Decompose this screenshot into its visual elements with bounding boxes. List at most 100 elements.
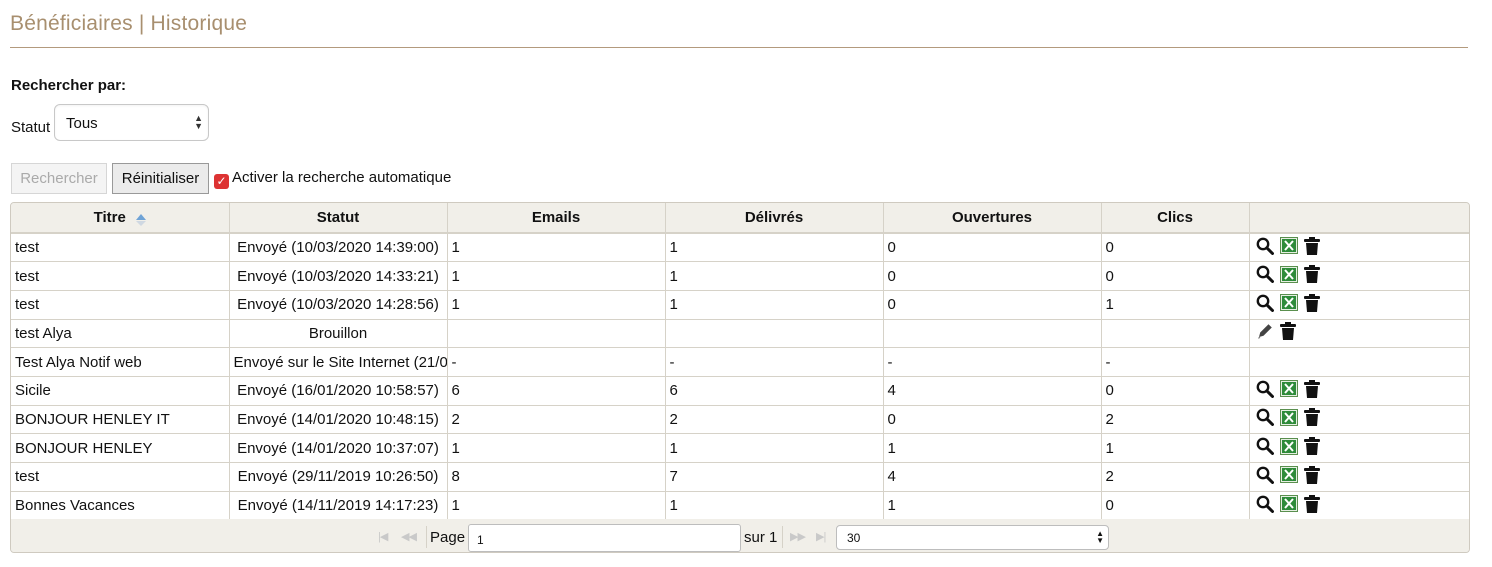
- excel-icon[interactable]: [1279, 265, 1298, 287]
- excel-icon[interactable]: [1279, 408, 1298, 430]
- excel-icon[interactable]: [1279, 437, 1298, 459]
- trash-icon[interactable]: [1303, 437, 1320, 459]
- cell-actions: [1249, 233, 1469, 263]
- cell-delivres: 1: [665, 261, 884, 291]
- cell-ouvertures: 0: [883, 405, 1102, 435]
- cell-ouvertures: 0: [883, 261, 1102, 291]
- history-table: Titre Statut Emails Délivrés Ouvertures …: [11, 203, 1469, 521]
- trash-icon[interactable]: [1303, 408, 1320, 430]
- trash-icon[interactable]: [1303, 236, 1320, 259]
- search-icon[interactable]: [1256, 265, 1274, 287]
- cell-ouvertures: 1: [883, 491, 1102, 521]
- excel-icon[interactable]: [1279, 495, 1298, 516]
- column-header-ouvertures[interactable]: Ouvertures: [883, 203, 1102, 234]
- table-row[interactable]: BONJOUR HENLEY Envoyé (14/01/2020 10:37:0…: [11, 433, 1469, 463]
- search-button[interactable]: Rechercher: [11, 163, 107, 194]
- cell-emails: [447, 319, 666, 349]
- cell-delivres: 1: [665, 290, 884, 320]
- search-icon[interactable]: [1256, 237, 1274, 259]
- table-row[interactable]: Test Alya Notif web Envoyé sur le Site In…: [11, 347, 1469, 377]
- table-row[interactable]: test Envoyé (10/03/2020 14:33:21) 1 1 0 0: [11, 261, 1469, 291]
- page-title: Bénéficiaires | Historique: [10, 12, 248, 35]
- table-row[interactable]: Bonnes Vacances Envoyé (14/11/2019 14:17:…: [11, 491, 1469, 521]
- cell-statut: Envoyé (14/11/2019 14:17:23): [229, 491, 448, 521]
- search-icon[interactable]: [1256, 495, 1274, 517]
- trash-icon[interactable]: [1303, 265, 1320, 287]
- cell-emails: 1: [447, 491, 666, 521]
- select-arrows-icon: ▲ ▼: [1096, 529, 1104, 545]
- cell-emails: 2: [447, 405, 666, 435]
- sort-asc-icon[interactable]: [135, 214, 146, 226]
- prev-page-icon[interactable]: ◀◀: [401, 530, 417, 543]
- cell-actions: [1249, 290, 1469, 320]
- table-row[interactable]: test Alya Brouillon: [11, 319, 1469, 349]
- history-grid: Titre Statut Emails Délivrés Ouvertures …: [10, 202, 1470, 553]
- cell-ouvertures: 4: [883, 462, 1102, 492]
- cell-clics: 0: [1101, 491, 1250, 521]
- trash-icon[interactable]: [1303, 379, 1320, 402]
- page-size-select[interactable]: 30 ▲ ▼: [836, 525, 1109, 550]
- status-filter-value: Tous: [66, 115, 98, 132]
- cell-ouvertures: -: [883, 347, 1102, 377]
- cell-actions: [1249, 261, 1469, 291]
- column-header-titre[interactable]: Titre: [11, 203, 230, 234]
- table-row[interactable]: test Envoyé (10/03/2020 14:39:00) 1 1 0 0: [11, 233, 1469, 263]
- cell-clics: -: [1101, 347, 1250, 377]
- excel-icon[interactable]: [1279, 294, 1298, 315]
- cell-statut: Envoyé (16/01/2020 10:58:57): [229, 376, 448, 406]
- first-page-icon[interactable]: |◀: [378, 530, 388, 543]
- column-header-delivres[interactable]: Délivrés: [665, 203, 884, 234]
- cell-delivres: 1: [665, 433, 884, 463]
- pager: |◀ ◀◀ Page 1 sur 1 ▶▶ ▶| 30 ▲ ▼: [11, 519, 1469, 552]
- status-filter-select[interactable]: Tous ▲ ▼: [54, 104, 209, 141]
- auto-search-checkbox[interactable]: ✓: [214, 174, 229, 189]
- next-page-icon[interactable]: ▶▶: [790, 530, 806, 543]
- column-header-emails[interactable]: Emails: [447, 203, 666, 234]
- cell-ouvertures: [883, 319, 1102, 349]
- cell-delivres: [665, 319, 884, 349]
- table-row[interactable]: test Envoyé (29/11/2019 10:26:50) 8 7 4 2: [11, 462, 1469, 492]
- cell-ouvertures: 4: [883, 376, 1102, 406]
- cell-actions: [1249, 433, 1469, 463]
- pencil-icon[interactable]: [1256, 322, 1274, 344]
- cell-statut: Envoyé (29/11/2019 10:26:50): [229, 462, 448, 492]
- cell-clics: 1: [1101, 433, 1250, 463]
- column-header-clics[interactable]: Clics: [1101, 203, 1250, 234]
- search-icon[interactable]: [1256, 380, 1274, 402]
- cell-clics: 0: [1101, 233, 1250, 263]
- cell-titre: BONJOUR HENLEY: [11, 433, 230, 463]
- cell-clics: 2: [1101, 405, 1250, 435]
- column-header-actions: [1249, 203, 1469, 234]
- cell-statut: Envoyé (10/03/2020 14:33:21): [229, 261, 448, 291]
- last-page-icon[interactable]: ▶|: [816, 530, 826, 543]
- cell-titre: Sicile: [11, 376, 230, 406]
- table-row[interactable]: Sicile Envoyé (16/01/2020 10:58:57) 6 6 4 0: [11, 376, 1469, 406]
- cell-statut: Envoyé (14/01/2020 10:37:07): [229, 433, 448, 463]
- search-icon[interactable]: [1256, 437, 1274, 459]
- cell-actions: [1249, 491, 1469, 521]
- page-size-value: 30: [847, 531, 861, 545]
- table-row[interactable]: BONJOUR HENLEY IT Envoyé (14/01/2020 10:4…: [11, 405, 1469, 435]
- search-icon[interactable]: [1256, 294, 1274, 316]
- column-header-statut[interactable]: Statut: [229, 203, 448, 234]
- excel-icon[interactable]: [1279, 237, 1298, 258]
- trash-icon[interactable]: [1303, 465, 1320, 488]
- trash-icon[interactable]: [1303, 494, 1320, 517]
- search-icon[interactable]: [1256, 466, 1274, 488]
- excel-icon[interactable]: [1279, 380, 1298, 401]
- trash-icon[interactable]: [1303, 293, 1320, 316]
- page-number-input[interactable]: 1: [468, 524, 741, 552]
- select-arrows-icon: ▲ ▼: [194, 113, 203, 131]
- cell-clics: [1101, 319, 1250, 349]
- trash-icon[interactable]: [1279, 322, 1296, 344]
- cell-delivres: 6: [665, 376, 884, 406]
- cell-statut: Envoyé (10/03/2020 14:39:00): [229, 233, 448, 263]
- cell-actions: [1249, 347, 1469, 377]
- table-row[interactable]: test Envoyé (10/03/2020 14:28:56) 1 1 0 1: [11, 290, 1469, 320]
- cell-delivres: 7: [665, 462, 884, 492]
- reset-button[interactable]: Réinitialiser: [112, 163, 209, 194]
- search-icon[interactable]: [1256, 408, 1274, 430]
- excel-icon[interactable]: [1279, 466, 1298, 487]
- cell-emails: 1: [447, 261, 666, 291]
- cell-titre: test: [11, 261, 230, 291]
